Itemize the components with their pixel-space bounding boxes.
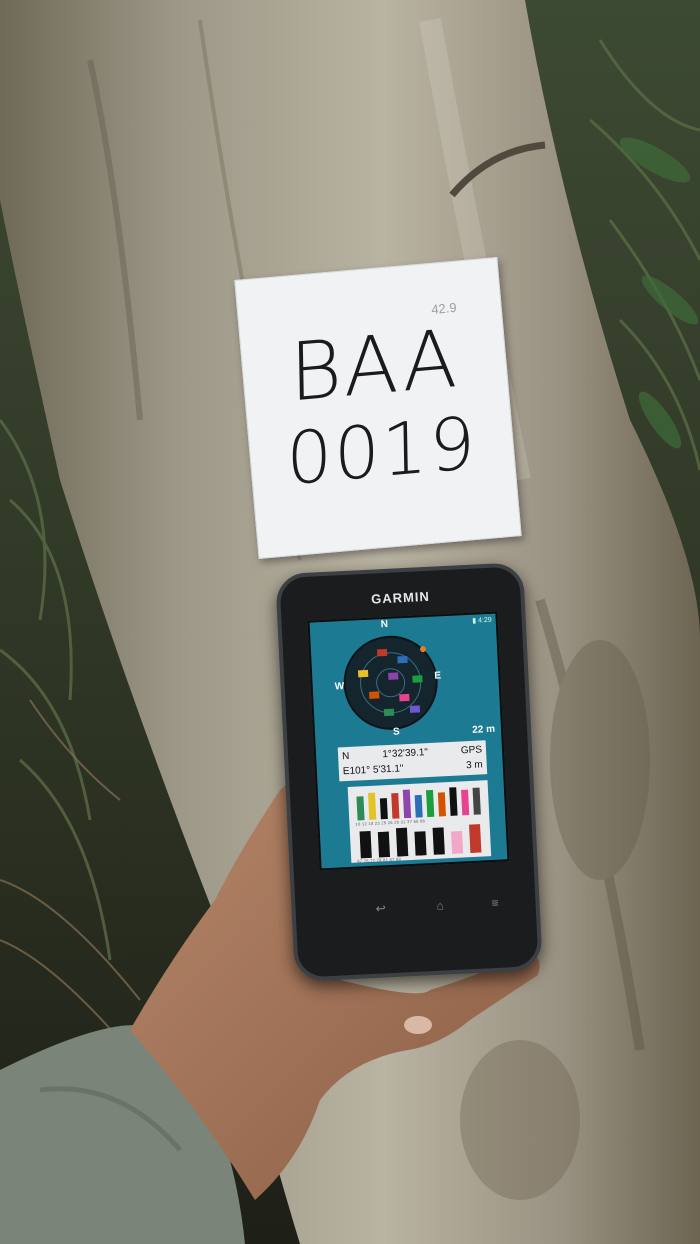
sat-marker (369, 691, 380, 699)
signal-bar (437, 792, 447, 817)
compass-east: E (434, 670, 442, 682)
signal-bar (432, 827, 445, 855)
paper-tag: BAA 0019 42.9 (234, 257, 522, 559)
sat-marker (376, 648, 388, 657)
back-key-icon[interactable]: ↩ (375, 901, 386, 915)
signal-bar (472, 787, 481, 815)
lat-value: 1°32'39.1" (382, 747, 429, 761)
sat-marker (412, 675, 423, 683)
device-screen[interactable]: ▮ 4:29 N W E S 22 m N 1°32'39.1" GPS E10… (307, 611, 510, 871)
menu-key-icon[interactable]: ≡ (491, 896, 499, 910)
sat-marker (357, 669, 369, 678)
signal-bar (461, 789, 470, 816)
signal-bar (356, 796, 365, 821)
satellite-sky-view[interactable] (336, 626, 445, 735)
signal-bar (379, 798, 388, 820)
sat-marker (397, 655, 408, 664)
compass-south: S (392, 726, 400, 738)
signal-bar (449, 787, 458, 817)
photo-scene: BAA 0019 42.9 GARMIN ▮ 4:29 N W E S 22 m… (0, 0, 700, 1244)
signal-bars-top (356, 787, 481, 821)
signal-bar (469, 824, 482, 854)
signal-bar (426, 789, 435, 818)
status-bar: ▮ 4:29 (472, 616, 492, 625)
lat-hemisphere: N (341, 750, 350, 763)
signal-bar (391, 793, 400, 819)
signal-bar (359, 830, 372, 859)
signal-bar (451, 830, 464, 854)
satellite-signal-panel: 10 12 18 23 25 26 29 31 37 65 66 67 76 7… (347, 780, 492, 864)
compass-west: W (334, 681, 345, 693)
lon-value: E101° 5'31.1" (342, 763, 404, 778)
gps-device: GARMIN ▮ 4:29 N W E S 22 m N 1°32'39.1" … (275, 562, 543, 982)
elevation-value: 3 m (465, 759, 484, 772)
signal-bar (414, 831, 427, 856)
sat-marker (399, 693, 410, 702)
gps-accuracy: 22 m (471, 723, 496, 736)
thumbnail (404, 1016, 432, 1034)
sat-marker (409, 705, 421, 713)
signal-bar (395, 827, 409, 857)
sat-marker (388, 672, 399, 680)
compass-north: N (380, 618, 389, 631)
tag-corner-note: 42.9 (430, 299, 458, 317)
signal-bar (377, 831, 391, 858)
fix-label: GPS (460, 744, 483, 757)
sat-marker (383, 708, 395, 717)
signal-bar (414, 794, 423, 818)
home-key-icon[interactable]: ⌂ (436, 898, 444, 912)
signal-bar (402, 789, 412, 819)
signal-bar (367, 792, 377, 820)
coordinates-panel: N 1°32'39.1" GPS E101° 5'31.1" 3 m (337, 740, 488, 782)
